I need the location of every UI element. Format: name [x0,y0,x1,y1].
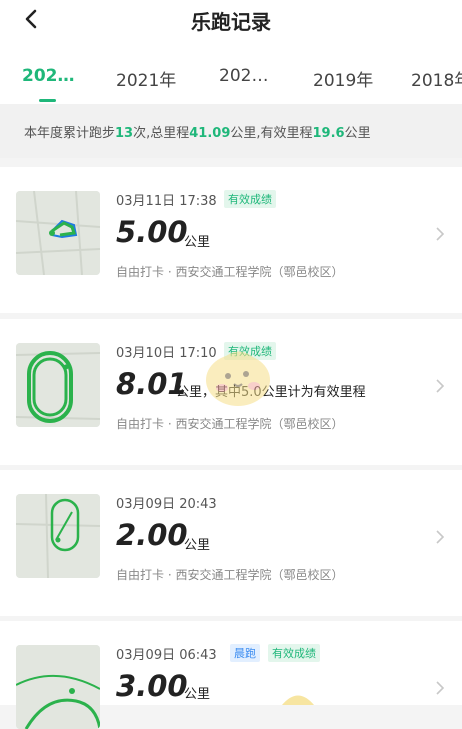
chevron-right-icon [436,530,445,544]
summary-text: 本年度累计跑步13次,总里程41.09公里,有效里程19.6公里 [24,126,371,141]
run-record-card[interactable]: 03月09日 06:43 晨跑 有效成绩 3.00 公里 [0,621,462,729]
run-count: 13 [115,126,134,141]
record-distance: 3.00 [116,669,188,703]
record-location: 自由打卡 · 西安交通工程学院（鄠邑校区） [116,417,344,431]
distance-unit: 公里 [184,687,211,702]
tab-year-2019[interactable]: 2019年 [313,66,373,90]
chevron-right-icon [436,379,445,393]
route-map-thumbnail [16,645,100,729]
run-record-card[interactable]: 03月10日 17:10 有效成绩 8.01 公里，其中5.0公里计为有效里程 … [0,319,462,465]
total-distance: 41.09 [189,126,231,141]
valid-distance: 19.6 [312,126,345,141]
record-datetime: 03月09日 20:43 [116,497,217,512]
valid-result-badge: 有效成绩 [224,342,276,360]
active-tab-indicator [39,99,56,102]
tab-year-2018[interactable]: 2018年 [411,66,462,90]
record-location: 自由打卡 · 西安交通工程学院（鄠邑校区） [116,265,344,279]
distance-unit: 公里，其中5.0公里计为有效里程 [176,385,366,400]
record-location: 自由打卡 · 西安交通工程学院（鄠邑校区） [116,568,344,582]
run-record-card[interactable]: 03月09日 20:43 2.00 公里 自由打卡 · 西安交通工程学院（鄠邑校… [0,470,462,616]
valid-result-badge: 有效成绩 [268,644,320,662]
year-summary: 本年度累计跑步13次,总里程41.09公里,有效里程19.6公里 [0,104,462,158]
route-map-thumbnail [16,343,100,427]
app-header: 乐跑记录 202… 2021年 202… 2019年 2018年 [0,0,462,104]
year-tabs: 202… 2021年 202… 2019年 2018年 [0,66,462,90]
distance-unit: 公里 [184,538,211,553]
record-datetime: 03月10日 17:10 [116,346,217,361]
morning-run-badge: 晨跑 [230,644,260,662]
tab-year-current[interactable]: 202… [22,66,75,86]
page-title: 乐跑记录 [191,10,271,34]
distance-unit: 公里 [184,235,211,250]
chevron-right-icon [436,227,445,241]
tab-year-2020[interactable]: 202… [219,66,268,86]
record-distance: 5.00 [116,215,188,249]
route-map-thumbnail [16,494,100,578]
record-datetime: 03月11日 17:38 [116,194,217,209]
record-distance: 2.00 [116,518,188,552]
chevron-right-icon [436,681,445,695]
run-record-card[interactable]: 03月11日 17:38 有效成绩 5.00 公里 自由打卡 · 西安交通工程学… [0,167,462,313]
route-map-thumbnail [16,191,100,275]
valid-result-badge: 有效成绩 [224,190,276,208]
tab-year-2021[interactable]: 2021年 [116,66,176,90]
record-datetime: 03月09日 06:43 [116,648,217,663]
